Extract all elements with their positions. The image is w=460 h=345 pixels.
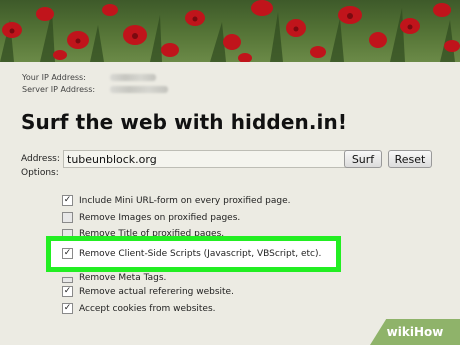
watermark-wiki: wiki (386, 325, 414, 339)
options-label: Options: (21, 168, 59, 178)
address-input[interactable] (63, 150, 360, 168)
option-remove-scripts[interactable]: ✓ Remove Client-Side Scripts (Javascript… (62, 247, 321, 260)
checkbox[interactable]: ✓ (62, 248, 73, 259)
your-ip-row: Your IP Address: (22, 72, 168, 84)
ip-info: Your IP Address: Server IP Address: (22, 72, 168, 96)
address-bar: Address: Surf Reset (21, 150, 441, 170)
option-label: Remove Images on proxified pages. (79, 212, 241, 223)
server-ip-value-redacted (110, 86, 168, 93)
option-label: Remove Client-Side Scripts (Javascript, … (79, 248, 322, 259)
your-ip-value-redacted (110, 74, 156, 81)
checkbox[interactable]: ✓ (62, 303, 73, 314)
option-remove-meta[interactable]: Remove Meta Tags. (62, 273, 166, 283)
option-label: Accept cookies from websites. (79, 303, 216, 314)
reset-button[interactable]: Reset (388, 150, 432, 168)
option-label: Include Mini URL-form on every proxified… (79, 195, 291, 206)
checkbox[interactable]: ✓ (62, 286, 73, 297)
watermark-how: How (413, 325, 444, 339)
option-accept-cookies[interactable]: ✓ Accept cookies from websites. (62, 302, 216, 315)
surf-button[interactable]: Surf (344, 150, 382, 168)
option-label: Remove actual referering website. (79, 286, 234, 297)
wikihow-watermark-logo: wiki How (370, 319, 460, 345)
option-remove-referer[interactable]: ✓ Remove actual referering website. (62, 285, 234, 298)
server-ip-label: Server IP Address: (22, 85, 96, 94)
server-ip-row: Server IP Address: (22, 84, 168, 96)
option-label: Remove Meta Tags. (79, 273, 167, 283)
option-remove-images[interactable]: Remove Images on proxified pages. (62, 211, 240, 224)
header-banner-image (0, 0, 460, 62)
checkbox[interactable] (62, 212, 73, 223)
checkbox[interactable] (62, 277, 73, 283)
your-ip-label: Your IP Address: (22, 73, 86, 82)
address-label: Address: (21, 154, 60, 164)
checkbox[interactable]: ✓ (62, 195, 73, 206)
page-title: Surf the web with hidden.in! (21, 110, 348, 134)
option-mini-url-form[interactable]: ✓ Include Mini URL-form on every proxifi… (62, 194, 291, 207)
